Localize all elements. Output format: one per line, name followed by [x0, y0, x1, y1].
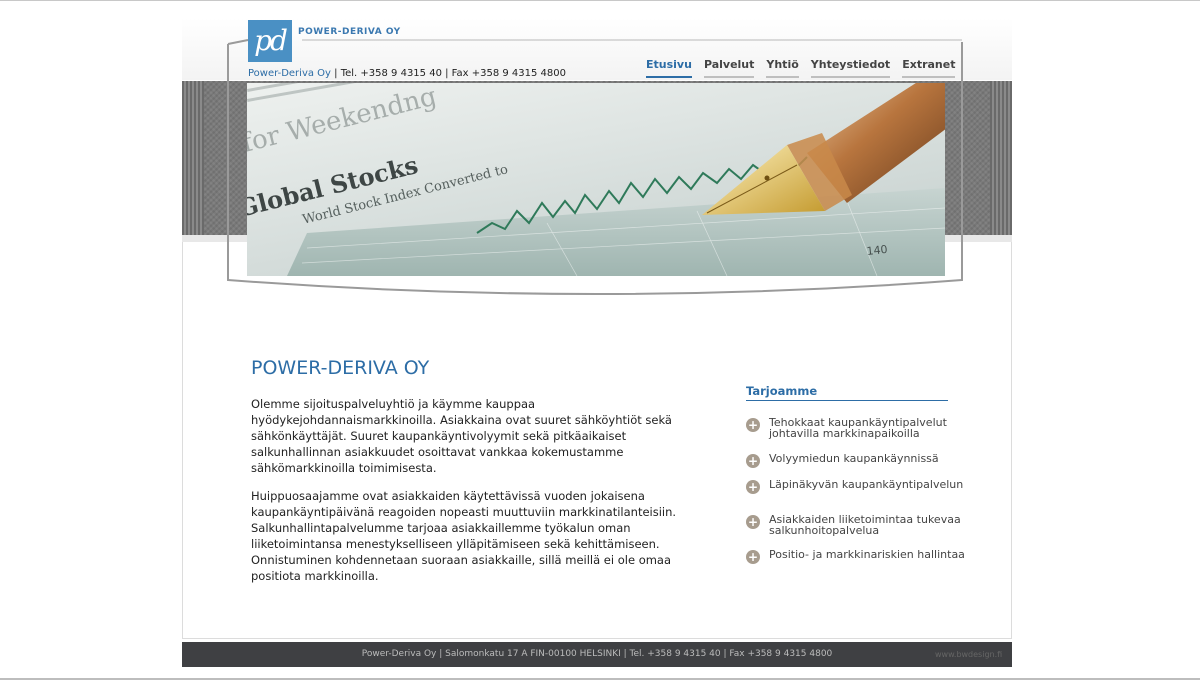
- newspaper-text: for Weekendng Global Stocks World Stock …: [247, 83, 510, 228]
- plus-circle-icon: +: [746, 515, 760, 529]
- nav-item-yhteystiedot[interactable]: Yhteystiedot: [810, 58, 891, 78]
- left-stripes: [182, 81, 204, 235]
- footer-contact: Power-Deriva Oy | Salomonkatu 17 A FIN-0…: [361, 649, 833, 659]
- top-rule: [0, 0, 1200, 1]
- header-company-name: Power-Deriva Oy: [248, 68, 331, 79]
- header-contact: Power-Deriva Oy | Tel. +358 9 4315 40 | …: [248, 68, 566, 79]
- logo-mark: pd: [254, 24, 288, 57]
- plus-circle-icon: +: [746, 454, 760, 468]
- main-nav: Etusivu Palvelut Yhtiö Yhteystiedot Extr…: [646, 58, 967, 78]
- footer: Power-Deriva Oy | Salomonkatu 17 A FIN-0…: [182, 642, 1012, 667]
- nav-item-palvelut[interactable]: Palvelut: [703, 58, 755, 78]
- offer-label: Läpinäkyvän kaupankäyntipalvelun: [769, 478, 964, 491]
- page-title: POWER-DERIVA OY: [251, 357, 430, 379]
- nav-item-extranet[interactable]: Extranet: [902, 58, 956, 78]
- offer-item-portfolio[interactable]: + Asiakkaiden liiketoimintaa tukevaa sal…: [746, 514, 966, 536]
- nav-item-yhtio[interactable]: Yhtiö: [766, 58, 799, 78]
- logo[interactable]: pd: [248, 20, 292, 62]
- bottom-rule: [0, 678, 1200, 680]
- right-stripes: [990, 81, 1012, 235]
- offer-item-risk[interactable]: + Positio- ja markkinariskien hallintaa: [746, 549, 966, 564]
- hero-tick-label: 140: [866, 243, 888, 258]
- header-phone-fax: | Tel. +358 9 4315 40 | Fax +358 9 4315 …: [330, 68, 566, 79]
- offer-item-trading[interactable]: + Tehokkaat kaupankäyntipalvelut johtavi…: [746, 417, 966, 439]
- footer-credit-link[interactable]: www.bwdesign.fi: [935, 650, 1002, 659]
- offer-label: Positio- ja markkinariskien hallintaa: [769, 548, 965, 561]
- offer-item-volume[interactable]: + Volyymiedun kaupankäynnissä: [746, 453, 966, 468]
- nav-item-etusivu[interactable]: Etusivu: [646, 58, 692, 78]
- offer-item-transparency[interactable]: + Läpinäkyvän kaupankäyntipalvelun: [746, 479, 966, 494]
- page-container: pd POWER-DERIVA OY Power-Deriva Oy | Tel…: [182, 18, 1012, 667]
- brand-name: POWER-DERIVA OY: [298, 27, 401, 37]
- intro-paragraph-2: Huippuosaajamme ovat asiakkaiden käytett…: [251, 489, 677, 583]
- intro-paragraph-1: Olemme sijoituspalveluyhtiö ja käymme ka…: [251, 397, 672, 475]
- plus-circle-icon: +: [746, 418, 760, 432]
- offer-label: Tehokkaat kaupankäyntipalvelut johtavill…: [769, 416, 947, 440]
- offer-label: Volyymiedun kaupankäynnissä: [769, 452, 939, 465]
- hero-illustration: for Weekendng Global Stocks World Stock …: [247, 83, 945, 276]
- hero-image: for Weekendng Global Stocks World Stock …: [247, 83, 945, 276]
- offers-title: Tarjoamme: [746, 384, 948, 401]
- offer-label: Asiakkaiden liiketoimintaa tukevaa salku…: [769, 513, 961, 537]
- plus-circle-icon: +: [746, 480, 760, 494]
- plus-circle-icon: +: [746, 550, 760, 564]
